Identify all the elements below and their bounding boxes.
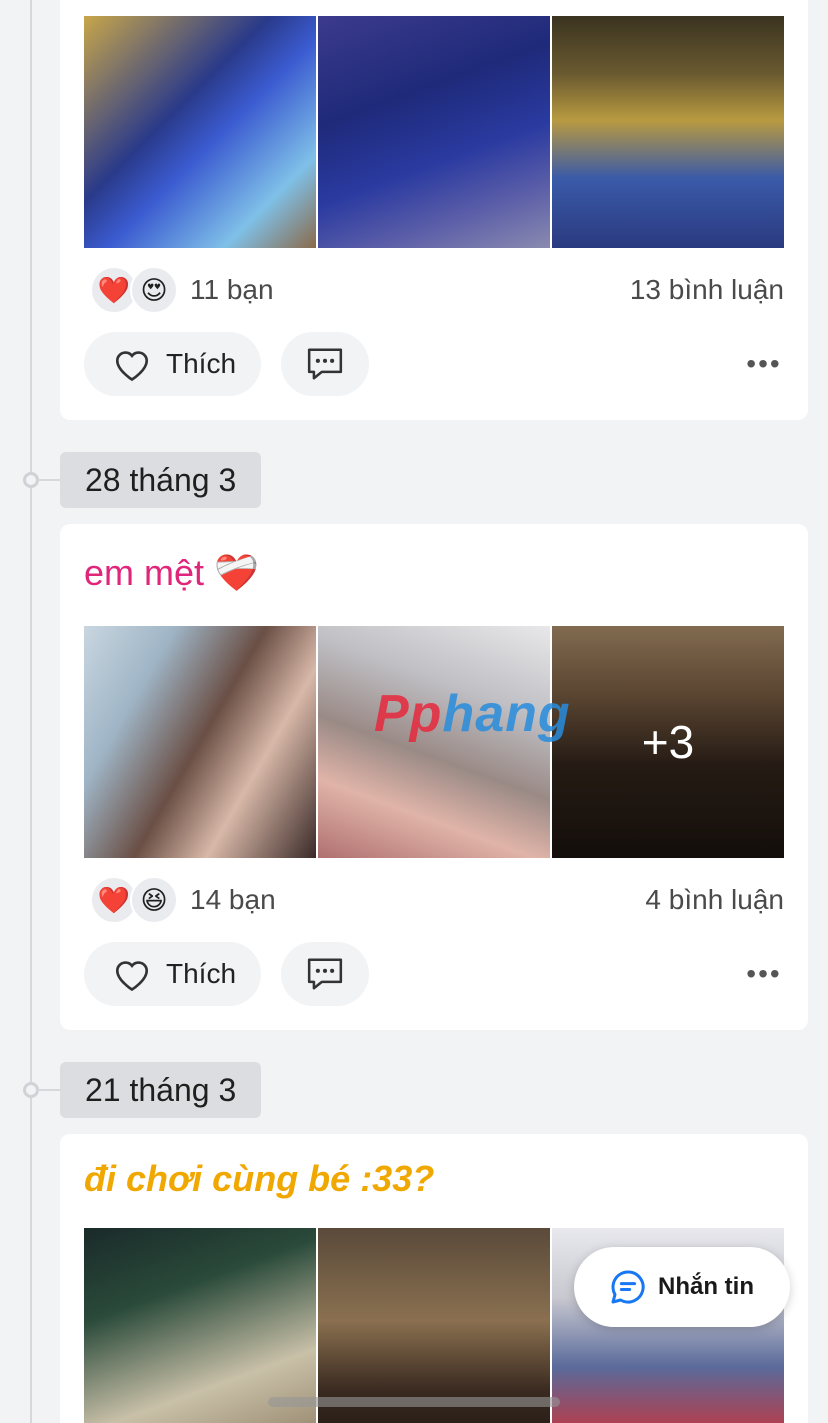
reaction-count: 14 bạn bbox=[190, 884, 276, 915]
timeline-dot bbox=[23, 472, 39, 488]
post-actions: Thích ••• bbox=[84, 332, 784, 396]
comment-icon bbox=[307, 348, 343, 380]
post-caption: em mệt ❤️‍🩹 bbox=[84, 552, 259, 593]
timeline-connector bbox=[38, 1089, 60, 1091]
heart-outline-icon bbox=[115, 351, 149, 382]
like-label: Thích bbox=[166, 348, 237, 379]
timeline-connector bbox=[38, 479, 60, 481]
cafe-night-photo[interactable] bbox=[84, 1228, 316, 1423]
laughing-emoji-icon: 😆 bbox=[130, 876, 178, 924]
photo-grid: +3 Pphang bbox=[84, 626, 784, 858]
comment-count[interactable]: 13 bình luận bbox=[630, 274, 784, 306]
heart-outline-icon bbox=[115, 961, 149, 992]
date-label: 28 tháng 3 bbox=[60, 452, 262, 508]
post-card: ❤️ 😍 11 bạn 13 bình luận Thích ••• bbox=[60, 0, 808, 420]
chat-bubble-icon bbox=[611, 1270, 645, 1304]
message-button-label: Nhắn tin bbox=[658, 1273, 754, 1300]
reaction-summary[interactable]: ❤️ 😆 14 bạn 4 bình luận bbox=[90, 874, 784, 926]
more-options-icon[interactable]: ••• bbox=[744, 344, 784, 384]
comment-button[interactable] bbox=[281, 332, 369, 396]
cinema-poster-photo[interactable] bbox=[84, 16, 316, 248]
beach-silhouette-photo[interactable]: +3 bbox=[552, 626, 784, 858]
cinema-lounge-photo[interactable] bbox=[318, 16, 550, 248]
heart-eyes-emoji-icon: 😍 bbox=[130, 266, 178, 314]
reaction-summary[interactable]: ❤️ 😍 11 bạn 13 bình luận bbox=[90, 264, 784, 316]
reaction-count: 11 bạn bbox=[190, 274, 274, 305]
like-label: Thích bbox=[166, 958, 237, 989]
cinema-lobby-photo[interactable] bbox=[552, 16, 784, 248]
timeline-line bbox=[30, 0, 32, 1423]
photo-grid bbox=[84, 16, 784, 248]
post-card: em mệt ❤️‍🩹 +3 Pphang ❤️ 😆 14 bạn 4 bình… bbox=[60, 524, 808, 1030]
post-actions: Thích ••• bbox=[84, 942, 784, 1006]
comment-icon bbox=[307, 958, 343, 990]
more-options-icon[interactable]: ••• bbox=[744, 954, 784, 994]
timeline-dot bbox=[23, 1082, 39, 1098]
post-caption: đi chơi cùng bé :33? bbox=[84, 1158, 435, 1199]
comment-count[interactable]: 4 bình luận bbox=[645, 884, 784, 916]
like-button[interactable]: Thích bbox=[84, 332, 261, 396]
comment-button[interactable] bbox=[281, 942, 369, 1006]
watermark-logo: Pphang bbox=[374, 685, 571, 743]
window-portrait-photo[interactable] bbox=[84, 626, 316, 858]
message-button[interactable]: Nhắn tin bbox=[574, 1247, 790, 1327]
street-mirror-photo[interactable] bbox=[318, 1228, 550, 1423]
more-photos-overlay[interactable]: +3 bbox=[552, 626, 784, 858]
home-indicator bbox=[268, 1397, 560, 1407]
like-button[interactable]: Thích bbox=[84, 942, 261, 1006]
date-label: 21 tháng 3 bbox=[60, 1062, 262, 1118]
